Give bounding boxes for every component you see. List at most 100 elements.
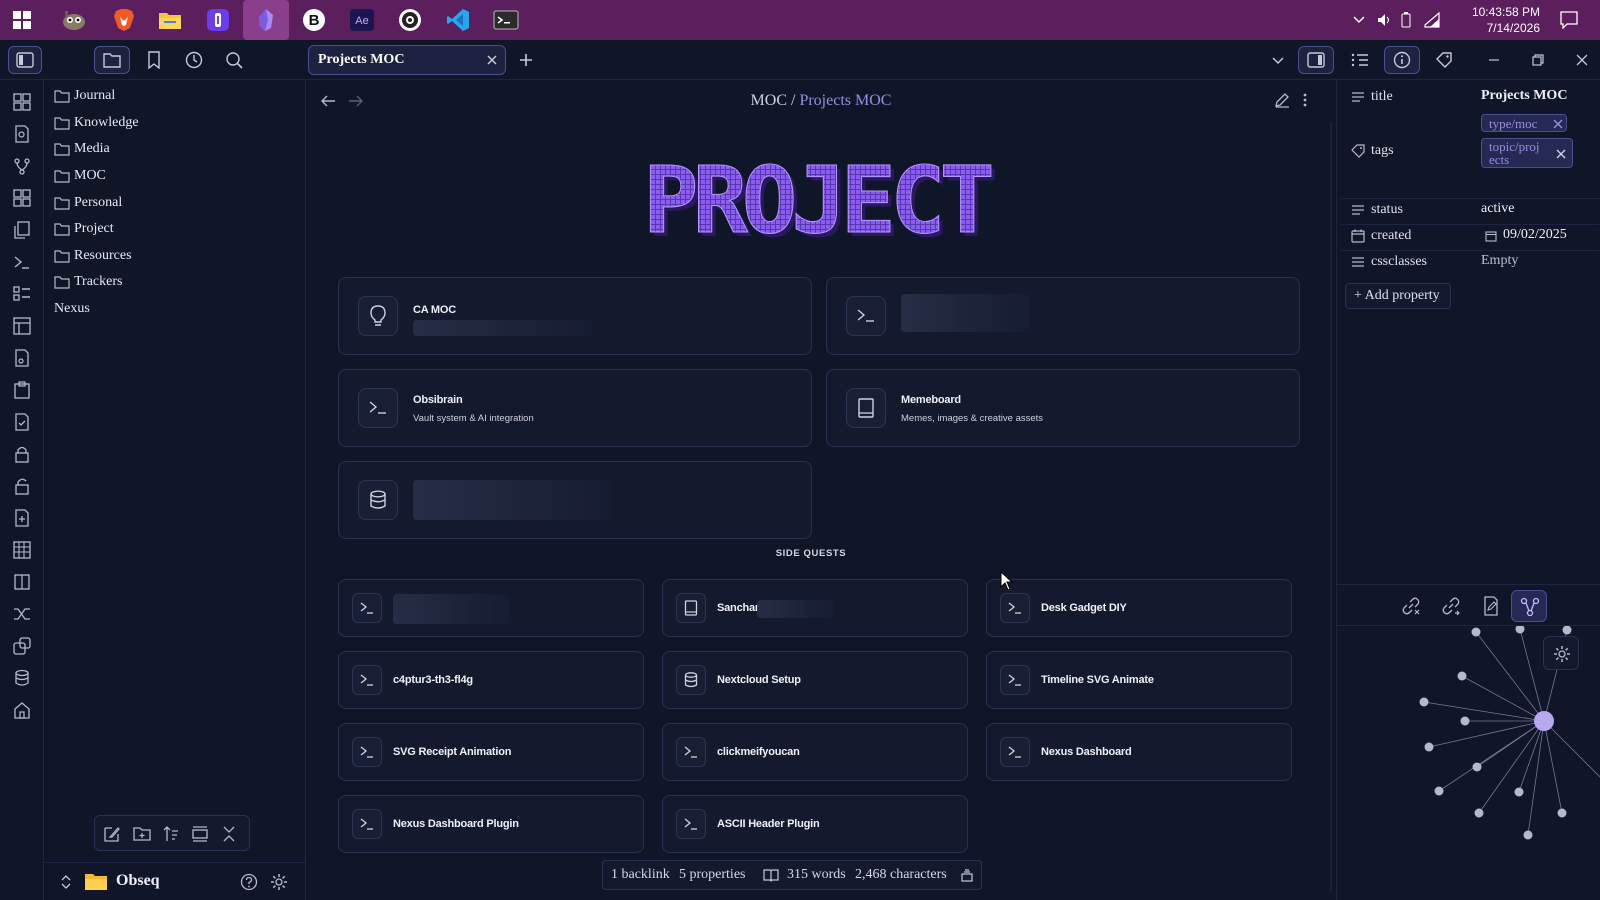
help-icon[interactable] xyxy=(240,873,258,891)
new-tab-icon[interactable] xyxy=(512,46,540,74)
tag-pill[interactable]: topic/proj ects xyxy=(1481,138,1573,168)
wifi-icon[interactable] xyxy=(1424,12,1440,28)
project-card-obsibrain[interactable]: Obsibrain Vault system & AI integration xyxy=(338,369,812,447)
home-icon[interactable] xyxy=(12,700,32,720)
property-status[interactable]: status active xyxy=(1337,200,1600,222)
property-created[interactable]: created 09/02/2025 xyxy=(1337,226,1600,248)
breadcrumb-parent[interactable]: MOC xyxy=(751,92,787,109)
side-quest-card-nexus-dashboard[interactable]: Nexus Dashboard xyxy=(986,723,1292,781)
minimize-icon[interactable] xyxy=(1480,46,1508,74)
new-note-icon[interactable] xyxy=(103,825,121,843)
vault-chevron-icon[interactable] xyxy=(60,875,72,889)
project-card-memeboard[interactable]: Memeboard Memes, images & creative asset… xyxy=(826,369,1300,447)
property-tags[interactable]: tags type/moc topic/proj ects xyxy=(1337,114,1600,174)
property-title[interactable]: title Projects MOC xyxy=(1337,88,1600,110)
files-view-icon[interactable] xyxy=(94,46,130,74)
sort-icon[interactable] xyxy=(162,825,180,843)
backlinks-icon[interactable] xyxy=(1401,596,1421,616)
book-open-icon[interactable] xyxy=(12,572,32,592)
more-options-icon[interactable] xyxy=(1302,92,1308,108)
folder-journal[interactable]: Journal xyxy=(54,85,115,107)
folder-resources[interactable]: Resources xyxy=(54,245,132,267)
folder-moc[interactable]: MOC xyxy=(54,165,106,187)
toggle-right-sidebar-icon[interactable] xyxy=(1298,46,1334,74)
toggle-left-sidebar-icon[interactable] xyxy=(8,46,42,74)
restore-icon[interactable] xyxy=(1524,46,1552,74)
new-folder-icon[interactable] xyxy=(133,825,151,843)
git-branch-icon[interactable] xyxy=(12,156,32,176)
tags-icon[interactable] xyxy=(1430,46,1458,74)
start-icon[interactable] xyxy=(6,4,38,36)
clipboard-icon[interactable] xyxy=(12,380,32,400)
side-quest-card-nextcloud-setup[interactable]: Nextcloud Setup xyxy=(662,651,968,709)
obs-icon[interactable] xyxy=(394,4,426,36)
volume-icon[interactable] xyxy=(1376,12,1392,28)
search-icon[interactable] xyxy=(220,46,248,74)
graph-settings-button[interactable] xyxy=(1543,636,1579,670)
tab-list-chevron-icon[interactable] xyxy=(1264,46,1292,74)
close-tab-icon[interactable] xyxy=(486,54,498,66)
property-value[interactable]: 09/02/2025 xyxy=(1503,227,1567,243)
breadcrumb-current[interactable]: Projects MOC xyxy=(799,92,891,109)
side-quest-card-nexus-dashboard-plugin[interactable]: Nexus Dashboard Plugin xyxy=(338,795,644,853)
gimp-icon[interactable] xyxy=(58,4,90,36)
side-quest-card-c4ptur3-th3-fl4g[interactable]: c4ptur3-th3-fl4g xyxy=(338,651,644,709)
folder-trackers[interactable]: Trackers xyxy=(54,271,122,293)
table-icon[interactable] xyxy=(12,540,32,560)
side-quest-card-svg-receipt-animation[interactable]: SVG Receipt Animation xyxy=(338,723,644,781)
file-explorer-icon[interactable] xyxy=(154,4,186,36)
side-quest-card-sanchar[interactable]: Sanchar xyxy=(662,579,968,637)
lock-icon[interactable] xyxy=(12,444,32,464)
obsidian-icon[interactable] xyxy=(243,0,289,40)
local-graph[interactable] xyxy=(1337,626,1600,900)
remove-tag-icon[interactable] xyxy=(1553,119,1563,129)
auto-reveal-icon[interactable] xyxy=(191,825,209,843)
file-properties-icon[interactable] xyxy=(1384,46,1420,74)
reading-mode-icon[interactable] xyxy=(763,868,779,882)
vault-switcher[interactable]: Obseq xyxy=(44,862,306,900)
side-quest-card[interactable] xyxy=(338,579,644,637)
graph-center-node[interactable] xyxy=(1534,711,1554,731)
folder-personal[interactable]: Personal xyxy=(54,192,122,214)
project-card-database[interactable] xyxy=(338,461,812,539)
after-effects-icon[interactable]: Ae xyxy=(346,4,378,36)
database-icon[interactable] xyxy=(12,668,32,688)
collapse-all-icon[interactable] xyxy=(220,825,238,843)
terminal-icon[interactable] xyxy=(490,4,522,36)
property-value[interactable]: Projects MOC xyxy=(1481,88,1567,104)
side-quest-card-desk-gadget-diy[interactable]: Desk Gadget DIY xyxy=(986,579,1292,637)
dice-icon[interactable] xyxy=(12,636,32,656)
bitwarden-icon[interactable]: B xyxy=(298,4,330,36)
settings-gear-icon[interactable] xyxy=(270,873,288,891)
edit-pencil-icon[interactable] xyxy=(1274,92,1290,108)
grid-icon[interactable] xyxy=(12,188,32,208)
project-card-hidden[interactable] xyxy=(826,277,1300,355)
tab-projects-moc[interactable]: Projects MOC xyxy=(308,45,506,75)
tag-pill[interactable]: type/moc xyxy=(1481,114,1567,132)
folder-media[interactable]: Media xyxy=(54,138,110,160)
outgoing-links-icon[interactable] xyxy=(1441,596,1461,616)
file-nexus[interactable]: Nexus xyxy=(54,298,90,320)
date-picker-icon[interactable] xyxy=(1485,230,1497,242)
kanban-icon[interactable] xyxy=(12,284,32,304)
vscode-icon[interactable] xyxy=(442,4,474,36)
file-plus-icon[interactable] xyxy=(12,508,32,528)
recent-files-icon[interactable] xyxy=(180,46,208,74)
file-check-icon[interactable] xyxy=(12,412,32,432)
bookmark-icon[interactable] xyxy=(140,46,168,74)
close-window-icon[interactable] xyxy=(1568,46,1596,74)
side-quest-card-timeline-svg-animate[interactable]: Timeline SVG Animate xyxy=(986,651,1292,709)
notification-icon[interactable] xyxy=(1560,11,1578,29)
sync-status-icon[interactable] xyxy=(961,868,973,882)
folder-project[interactable]: Project xyxy=(54,218,114,240)
app-icon[interactable] xyxy=(202,4,234,36)
property-value[interactable]: active xyxy=(1481,201,1514,217)
property-cssclasses[interactable]: cssclasses Empty xyxy=(1337,252,1600,274)
document-search-icon[interactable] xyxy=(12,124,32,144)
folder-knowledge[interactable]: Knowledge xyxy=(54,112,139,134)
backlinks-count[interactable]: 1 backlink xyxy=(611,867,670,883)
brave-icon[interactable] xyxy=(108,4,140,36)
layout-icon[interactable] xyxy=(12,316,32,336)
terminal-icon[interactable] xyxy=(12,252,32,272)
file-edit-icon[interactable] xyxy=(1481,596,1501,616)
